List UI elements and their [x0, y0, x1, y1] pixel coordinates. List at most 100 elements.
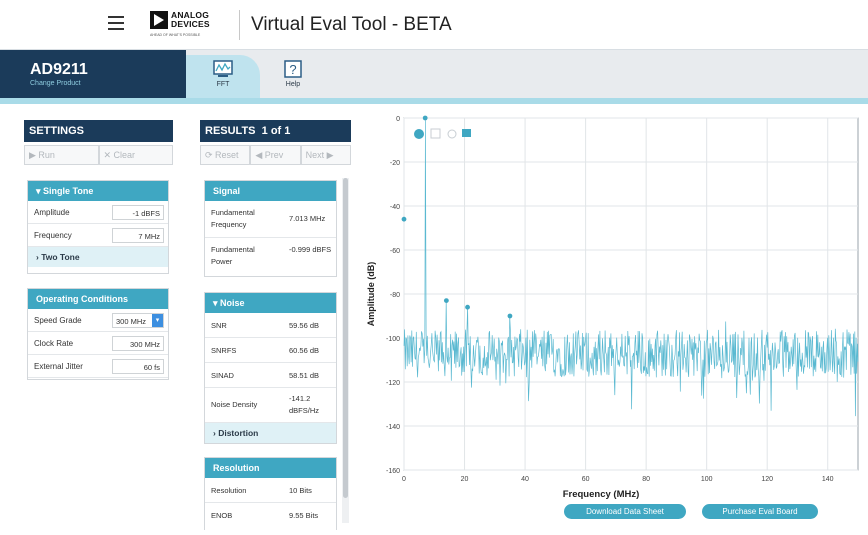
reset-button[interactable]: ⟳ Reset [200, 145, 251, 165]
results-page-count: 1 of 1 [261, 125, 291, 137]
speed-grade-select[interactable]: 300 MHz ▾ [112, 313, 164, 328]
speed-grade-row: Speed Grade 300 MHz ▾ [28, 309, 168, 332]
external-jitter-row: External Jitter 60 fs [28, 355, 168, 378]
logo-tagline: AHEAD OF WHAT'S POSSIBLE [150, 33, 201, 37]
frequency-label: Frequency [34, 231, 72, 240]
next-button[interactable]: Next ▶ [300, 145, 351, 165]
snrfs-row: SNRFS 60.56 dB [205, 338, 336, 363]
enob-value: 9.55 Bits [289, 511, 319, 520]
clear-button[interactable]: ✕ Clear [98, 145, 173, 165]
resolution-row: Resolution 10 Bits [205, 478, 336, 503]
peak-marker [507, 313, 513, 319]
results-button-row: ⟳ Reset ◀ Prev Next ▶ [200, 145, 351, 165]
settings-button-row: ▶ Run ✕ Clear [24, 145, 173, 165]
frequency-input[interactable]: 7 MHz [112, 228, 164, 243]
x-tick-label: 0 [402, 476, 406, 483]
fft-chart[interactable]: 0 20 40 60 80 100 120 140 0 -20 -40 -60 -80 -100 -120 -… [360, 110, 868, 530]
amplitude-input[interactable]: -1 dBFS [112, 205, 164, 220]
scrollbar-thumb[interactable] [343, 178, 348, 498]
top-bar: ANALOG DEVICES AHEAD OF WHAT'S POSSIBLE … [0, 0, 868, 50]
single-tone-header[interactable]: ▾ Single Tone [28, 181, 168, 201]
x-tick-label: 20 [461, 476, 469, 483]
operating-conditions-title: Operating Conditions [36, 294, 128, 304]
two-tone-label: Two Tone [41, 252, 80, 262]
noise-title: Noise [220, 298, 245, 308]
x-axis-label: Frequency (MHz) [563, 489, 640, 500]
help-icon: ? [284, 60, 302, 78]
resolution-header[interactable]: Resolution [205, 458, 336, 478]
y-tick-label: -60 [390, 248, 400, 255]
y-tick-label: -100 [386, 336, 400, 343]
amplitude-label: Amplitude [34, 208, 70, 217]
enob-row: ENOB 9.55 Bits [205, 503, 336, 528]
collapse-icon: ▾ [36, 186, 44, 196]
fundamental-frequency-label: Fundamental Frequency [211, 208, 255, 229]
resolution-label: Resolution [211, 486, 247, 495]
x-tick-label: 80 [642, 476, 650, 483]
download-datasheet-button[interactable]: Download Data Sheet [564, 504, 686, 519]
distortion-label: Distortion [218, 428, 259, 438]
amplitude-row: Amplitude -1 dBFS [28, 201, 168, 224]
signal-header[interactable]: Signal [205, 181, 336, 201]
two-tone-toggle[interactable]: › Two Tone [28, 247, 168, 267]
peak-marker [443, 298, 449, 303]
tab-help[interactable]: ? Help [275, 55, 311, 98]
y-tick-label: -40 [390, 204, 400, 211]
peak-marker [422, 115, 428, 121]
external-jitter-label: External Jitter [34, 362, 83, 371]
fft-icon [213, 60, 233, 77]
y-tick-label: -120 [386, 380, 400, 387]
purchase-eval-board-button[interactable]: Purchase Eval Board [702, 504, 818, 519]
change-product-link[interactable]: Change Product [30, 80, 186, 87]
speed-grade-label: Speed Grade [34, 316, 82, 325]
clock-rate-row: Clock Rate 300 MHz [28, 332, 168, 355]
divider [239, 10, 240, 40]
tab-help-label: Help [285, 81, 301, 88]
noise-header[interactable]: ▾ Noise [205, 293, 336, 313]
noise-density-row: Noise Density -141.2 dBFS/Hz [205, 388, 336, 423]
run-button[interactable]: ▶ Run [24, 145, 99, 165]
prev-button[interactable]: ◀ Prev [250, 145, 301, 165]
fundamental-power-value: -0.999 dBFS [289, 245, 332, 254]
noise-density-value: -141.2 dBFS/Hz [289, 394, 320, 415]
svg-text:?: ? [289, 62, 296, 77]
noise-card: ▾ Noise SNR 59.56 dB SNRFS 60.56 dB SINA… [204, 292, 337, 444]
analog-devices-logo[interactable]: ANALOG DEVICES AHEAD OF WHAT'S POSSIBLE [150, 11, 228, 41]
product-selector[interactable]: AD9211 Change Product [0, 50, 186, 98]
single-tone-card: ▾ Single Tone Amplitude -1 dBFS Frequenc… [27, 180, 169, 274]
results-scrollbar[interactable] [342, 178, 349, 523]
peak-marker [401, 216, 407, 222]
clock-rate-input[interactable]: 300 MHz [112, 336, 164, 351]
y-tick-label: -140 [386, 424, 400, 431]
resolution-card: Resolution Resolution 10 Bits ENOB 9.55 … [204, 457, 337, 530]
snr-row: SNR 59.56 dB [205, 313, 336, 338]
tab-fft[interactable]: FFT [186, 55, 260, 98]
signal-card: Signal Fundamental Frequency 7.013 MHz F… [204, 180, 337, 277]
external-jitter-input[interactable]: 60 fs [112, 359, 164, 374]
app-title: Virtual Eval Tool - BETA [251, 14, 452, 35]
distortion-toggle[interactable]: › Distortion [205, 423, 336, 443]
x-tick-label: 140 [822, 476, 834, 483]
y-tick-label: 0 [396, 116, 400, 123]
fundamental-power-label: Fundamental Power [211, 245, 255, 266]
y-axis-label: Amplitude (dB) [366, 262, 376, 327]
sinad-row: SINAD 58.51 dB [205, 363, 336, 388]
logo-text: ANALOG DEVICES [171, 10, 210, 29]
fundamental-frequency-row: Fundamental Frequency 7.013 MHz [205, 201, 336, 238]
camera-icon [462, 129, 471, 137]
clock-rate-label: Clock Rate [34, 339, 74, 348]
logo-mark-icon [150, 11, 168, 29]
results-header: RESULTS 1 of 1 [200, 120, 351, 142]
y-tick-label: -20 [390, 160, 400, 167]
x-tick-label: 120 [761, 476, 773, 483]
single-tone-title: Single Tone [43, 186, 94, 196]
speed-grade-value: 300 MHz [116, 317, 147, 326]
zoom-icon [414, 129, 424, 139]
menu-icon[interactable] [108, 16, 124, 30]
peak-marker [465, 304, 470, 310]
operating-conditions-header[interactable]: Operating Conditions [28, 289, 168, 309]
collapse-icon: ▾ [213, 298, 221, 308]
results-title: RESULTS [205, 125, 256, 137]
snrfs-label: SNRFS [211, 346, 237, 355]
x-tick-label: 40 [521, 476, 529, 483]
